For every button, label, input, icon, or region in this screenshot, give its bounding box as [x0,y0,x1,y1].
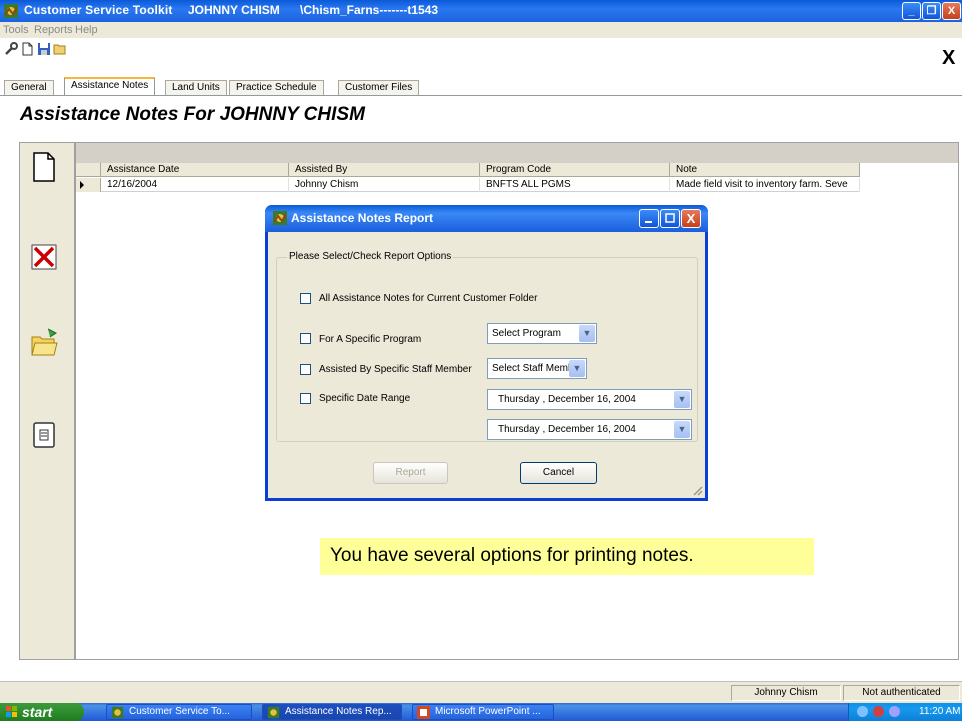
close-window-button[interactable]: X [942,2,961,20]
title-path: \Chism_Farns-------t1543 [300,3,439,17]
close-form-icon[interactable]: X [942,48,955,68]
cell-program-code[interactable]: BNFTS ALL PGMS [480,178,670,192]
start-label: start [22,704,53,720]
column-header-assistance-date[interactable]: Assistance Date [101,163,289,177]
date-from-value: Thursday , December 16, 2004 [498,394,636,405]
column-header-program-code[interactable]: Program Code [480,163,670,177]
chevron-down-icon[interactable]: ▼ [674,421,690,438]
open-folder-icon[interactable] [53,42,67,56]
cell-assistance-date[interactable]: 12/16/2004 [101,178,289,192]
taskbar-item-powerpoint[interactable]: Microsoft PowerPoint ... [412,704,554,720]
system-tray: 11:20 AM [848,703,962,721]
wrench-icon[interactable] [4,42,18,56]
open-note-folder-icon[interactable] [30,327,58,359]
network-icon[interactable] [857,706,868,717]
maximize-icon [665,213,675,223]
dialog-minimize-button[interactable] [639,209,659,228]
program-select-value: Select Program [492,328,561,339]
instruction-callout: You have several options for printing no… [320,538,814,575]
minimize-icon [645,221,652,223]
tab-divider [0,95,962,96]
chevron-down-icon[interactable]: ▼ [579,325,595,342]
grid-header: Assistance Date Assisted By Program Code… [76,163,860,177]
security-icon[interactable] [873,706,884,717]
cell-note[interactable]: Made field visit to inventory farm. Seve [670,178,860,192]
cancel-button[interactable]: Cancel [520,462,597,484]
all-notes-checkbox[interactable] [300,293,311,304]
chevron-down-icon[interactable]: ▼ [569,360,585,377]
maximize-button[interactable]: ❐ [922,2,941,20]
staff-member-label: Assisted By Specific Staff Member [319,364,472,375]
column-header-note[interactable]: Note [670,163,860,177]
staff-member-checkbox[interactable] [300,364,311,375]
menu-tools[interactable]: Tools [3,24,29,36]
chevron-down-icon[interactable]: ▼ [674,391,690,408]
date-range-checkbox[interactable] [300,393,311,404]
main-title-bar[interactable]: Customer Service Toolkit JOHNNY CHISM \C… [0,0,962,22]
page-title: Assistance Notes For JOHNNY CHISM [20,104,365,125]
dialog-maximize-button[interactable] [660,209,680,228]
app-title: Customer Service Toolkit [24,3,173,17]
menu-bar: Tools Reports Help [0,22,962,38]
tab-assistance-notes[interactable]: Assistance Notes [64,77,156,96]
resize-grip-icon[interactable] [691,484,703,496]
status-bar: Johnny Chism Not authenticated [0,681,962,703]
status-auth: Not authenticated [843,685,960,701]
taskbar-item-label: Microsoft PowerPoint ... [435,706,541,717]
date-range-label: Specific Date Range [319,393,411,404]
left-action-panel [19,142,75,660]
report-button[interactable]: Report [373,462,448,484]
current-row-arrow-icon [80,181,84,189]
column-header-assisted-by[interactable]: Assisted By [289,163,480,177]
tab-land-units[interactable]: Land Units [165,80,227,96]
powerpoint-icon [417,706,430,719]
specific-program-checkbox[interactable] [300,333,311,344]
app-icon [111,706,124,719]
minimize-button[interactable]: _ [902,2,921,20]
report-options-group: Please Select/Check Report Options All A… [276,251,698,442]
staff-member-select[interactable]: Select Staff Member ▼ [487,358,587,379]
clock: 11:20 AM [919,706,961,717]
row-selector[interactable] [76,178,101,192]
new-document-icon[interactable] [20,42,34,56]
grid-caption-area [76,143,958,163]
start-button[interactable]: start [0,703,84,721]
dialog-app-icon [273,211,287,225]
volume-icon[interactable] [889,706,900,717]
dialog-title: Assistance Notes Report [291,211,434,225]
taskbar-item-label: Assistance Notes Rep... [285,706,392,717]
tab-general[interactable]: General [4,80,54,96]
status-user: Johnny Chism [731,685,841,701]
delete-note-icon[interactable] [30,241,58,273]
all-notes-label: All Assistance Notes for Current Custome… [319,293,538,304]
toolbar [0,38,962,60]
table-row[interactable]: 12/16/2004 Johnny Chism BNFTS ALL PGMS M… [76,178,860,192]
report-options-label: Please Select/Check Report Options [287,251,454,262]
taskbar-item-label: Customer Service To... [129,706,230,717]
date-to-picker[interactable]: Thursday , December 16, 2004 ▼ [487,419,692,440]
date-to-value: Thursday , December 16, 2004 [498,424,636,435]
cell-assisted-by[interactable]: Johnny Chism [289,178,480,192]
windows-flag-icon [6,706,17,717]
assistance-notes-report-dialog: Assistance Notes Report X Please Select/… [265,205,708,501]
row-header-corner [76,163,101,177]
taskbar-item-assistance-notes[interactable]: Assistance Notes Rep... [262,704,402,720]
app-icon [267,706,280,719]
dialog-title-bar[interactable]: Assistance Notes Report X [265,205,708,232]
tab-practice-schedule[interactable]: Practice Schedule [229,80,324,96]
app-icon [4,4,18,18]
program-select[interactable]: Select Program ▼ [487,323,597,344]
title-customer-name: JOHNNY CHISM [188,3,280,17]
report-icon[interactable] [30,419,58,451]
save-icon[interactable] [37,42,51,56]
tab-customer-files[interactable]: Customer Files [338,80,420,96]
date-from-picker[interactable]: Thursday , December 16, 2004 ▼ [487,389,692,410]
menu-help[interactable]: Help [75,24,98,36]
dialog-close-button[interactable]: X [681,209,701,228]
windows-taskbar: start Customer Service To... Assistance … [0,703,962,721]
taskbar-item-customer-service[interactable]: Customer Service To... [106,704,252,720]
new-note-icon[interactable] [30,151,58,183]
menu-reports[interactable]: Reports [34,24,73,36]
specific-program-label: For A Specific Program [319,334,422,345]
